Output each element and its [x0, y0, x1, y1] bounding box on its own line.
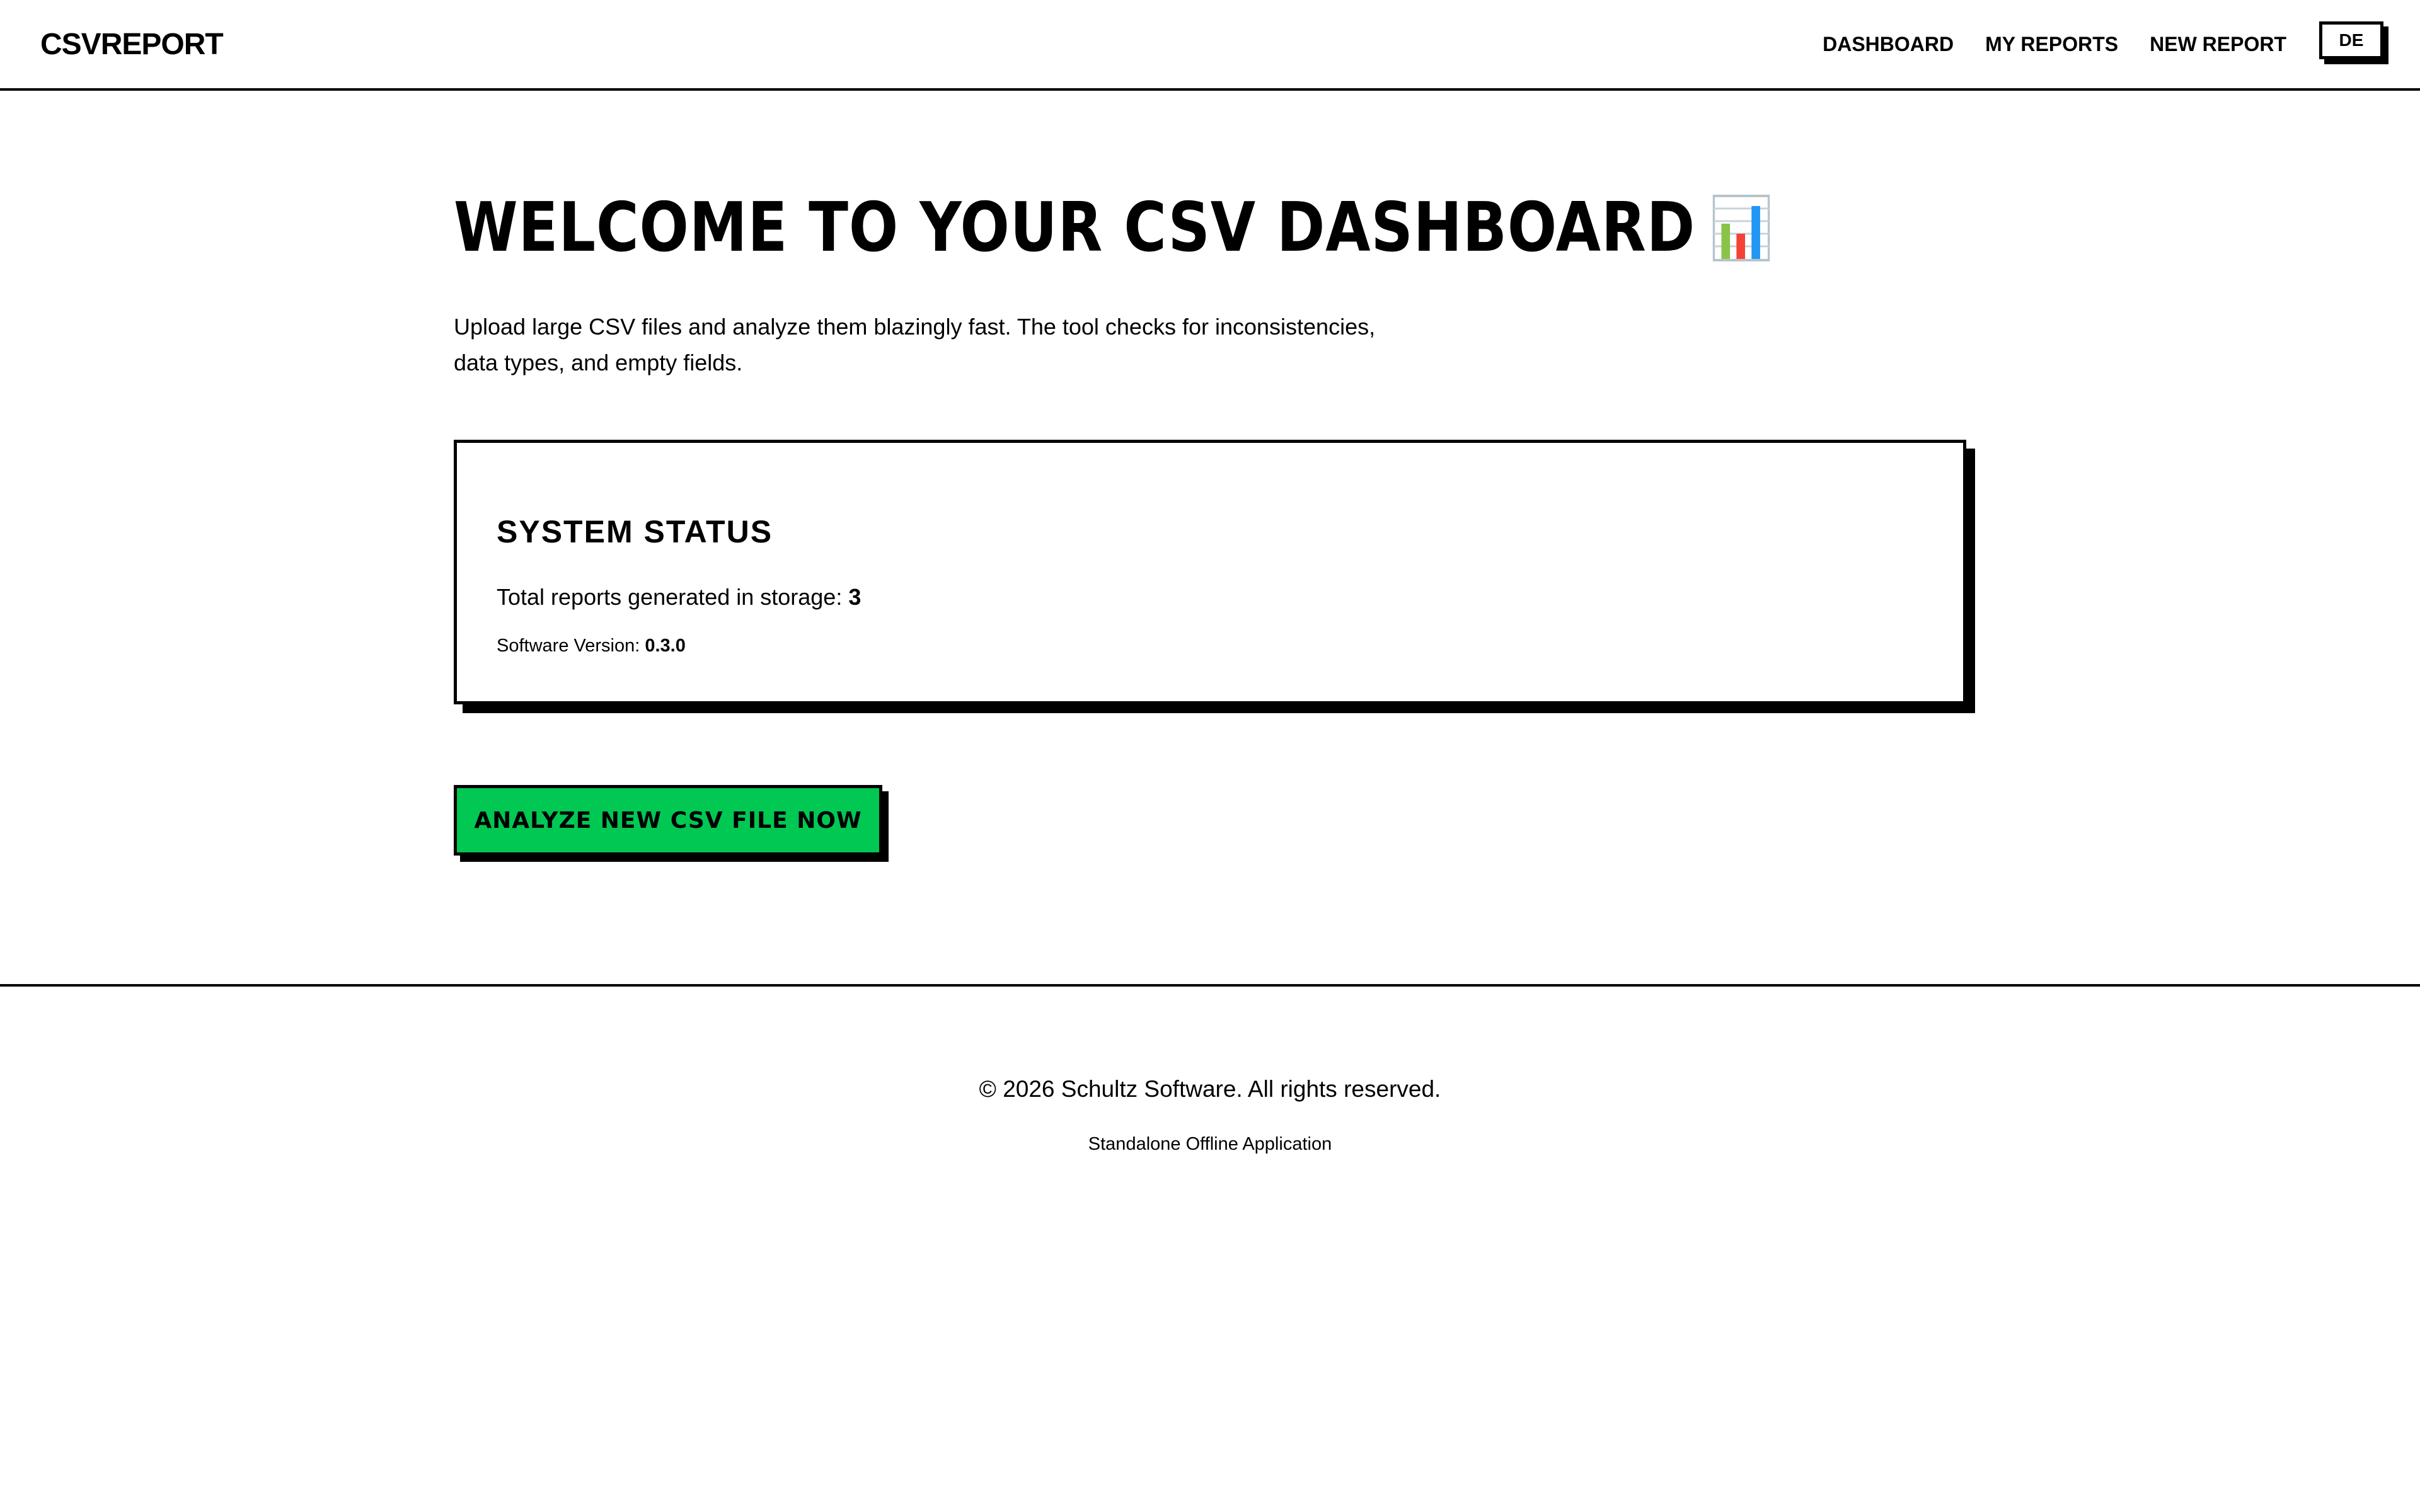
- intro-text: Upload large CSV files and analyze them …: [454, 309, 1475, 381]
- main-nav: DASHBOARD MY REPORTS NEW REPORT DE: [1791, 21, 2383, 63]
- status-card-title: SYSTEM STATUS: [497, 514, 773, 549]
- intro-line-1: Upload large CSV files and analyze them …: [454, 314, 1376, 340]
- reports-count-line: Total reports generated in storage: 3: [497, 584, 861, 610]
- page-footer: © 2026 Schultz Software. All rights rese…: [0, 984, 2420, 1512]
- intro-line-2: data types, and empty fields.: [454, 350, 743, 375]
- software-version-label: Software Version:: [497, 636, 645, 656]
- footer-note: Standalone Offline Application: [1088, 1134, 1332, 1154]
- nav-dashboard[interactable]: DASHBOARD: [1823, 33, 1954, 56]
- analyze-new-csv-button[interactable]: ANALYZE NEW CSV FILE NOW: [454, 785, 882, 856]
- language-switch-button[interactable]: DE: [2319, 21, 2383, 59]
- bar-chart-icon: [1712, 194, 1770, 261]
- page-title-text: WELCOME TO YOUR CSV DASHBOARD: [454, 188, 1696, 267]
- system-status-card: SYSTEM STATUS Total reports generated in…: [454, 440, 1966, 704]
- brand-logo[interactable]: CSVREPORT: [40, 27, 224, 62]
- software-version-value: 0.3.0: [645, 636, 686, 656]
- nav-new-report[interactable]: NEW REPORT: [2150, 33, 2286, 56]
- reports-count-value: 3: [848, 584, 861, 610]
- nav-my-reports[interactable]: MY REPORTS: [1985, 33, 2118, 56]
- reports-count-label: Total reports generated in storage:: [497, 584, 849, 610]
- copyright-text: © 2026 Schultz Software. All rights rese…: [979, 1076, 1441, 1102]
- top-navigation-bar: CSVREPORT DASHBOARD MY REPORTS NEW REPOR…: [0, 0, 2420, 91]
- page-title: WELCOME TO YOUR CSV DASHBOARD: [454, 188, 1771, 267]
- software-version-line: Software Version: 0.3.0: [497, 636, 686, 656]
